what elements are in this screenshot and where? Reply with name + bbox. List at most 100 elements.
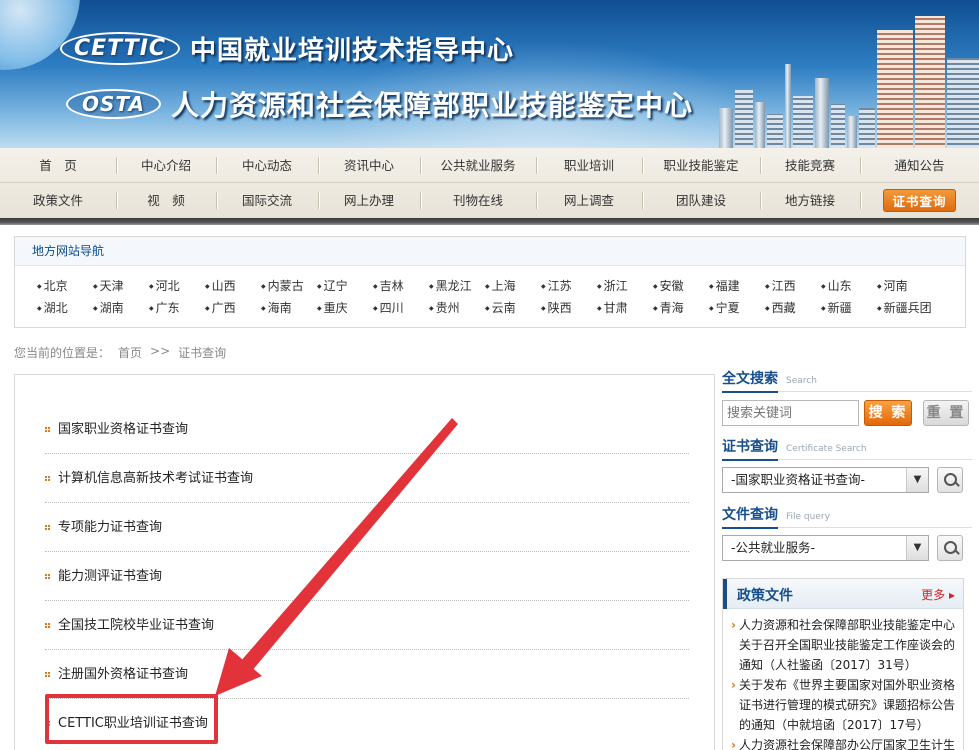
cert-search-row: -国家职业资格证书查询- ▼ (722, 466, 972, 494)
policy-link[interactable]: 人力资源和社会保障部职业技能鉴定中心关于召开全国职业技能鉴定工作座谈会的通知（人… (731, 615, 957, 675)
breadcrumb: 您当前的位置是： 首页 >> 证书查询 (14, 344, 226, 361)
cert-query-label: 全国技工院校毕业证书查询 (58, 617, 215, 633)
province-link[interactable]: 河南 (877, 275, 933, 297)
nav-info-center[interactable]: 资讯中心 (318, 148, 420, 183)
nav-about[interactable]: 中心介绍 (116, 148, 216, 183)
local-nav-title: 地方网站导航 (15, 237, 965, 266)
nav-skill-appraisal[interactable]: 职业技能鉴定 (642, 148, 760, 183)
province-link[interactable]: 北京 (37, 275, 93, 297)
search-button[interactable]: 搜 索 (864, 400, 912, 426)
cert-query-link[interactable]: 计算机信息高新技术考试证书查询 (45, 454, 689, 503)
province-link[interactable]: 湖北 (37, 297, 93, 319)
policy-panel-header: 政策文件 更多 ▸ (723, 579, 963, 609)
province-link[interactable]: 山东 (821, 275, 877, 297)
policy-link[interactable]: 关于发布《世界主要国家对国外职业资格证书进行管理的模式研究》课题招标公告的通知（… (731, 675, 957, 735)
province-link[interactable]: 甘肃 (597, 297, 653, 319)
nav-online-service[interactable]: 网上办理 (318, 183, 420, 218)
province-link[interactable]: 河北 (149, 275, 205, 297)
osta-title: 人力资源和社会保障部职业技能鉴定中心 (170, 89, 693, 122)
province-link[interactable]: 新疆兵团 (877, 297, 933, 319)
province-link[interactable]: 海南 (261, 297, 317, 319)
nav-policy[interactable]: 政策文件 (0, 183, 116, 218)
search-input[interactable] (722, 400, 859, 426)
province-link[interactable]: 黑龙江 (429, 275, 485, 297)
bullet-icon (45, 426, 50, 432)
cert-query-link[interactable]: 国家职业资格证书查询 (45, 405, 689, 454)
province-link[interactable]: 吉林 (373, 275, 429, 297)
policy-panel-title: 政策文件 (737, 588, 793, 604)
cert-query-label: 注册国外资格证书查询 (58, 666, 189, 682)
search-icon[interactable] (937, 467, 963, 493)
province-link[interactable]: 内蒙古 (261, 275, 317, 297)
cettic-title: 中国就业培训技术指导中心 (190, 36, 515, 66)
province-grid: 北京天津河北山西内蒙古辽宁吉林黑龙江上海江苏浙江安徽福建江西山东河南 湖北湖南广… (37, 275, 957, 319)
province-link[interactable]: 辽宁 (317, 275, 373, 297)
nav-video[interactable]: 视 频 (116, 183, 216, 218)
sidebar: 全文搜索 Search 搜 索 重 置 证书查询 Certificate Sea… (722, 368, 972, 750)
cert-query-label: 能力测评证书查询 (58, 568, 163, 584)
province-link[interactable]: 贵州 (429, 297, 485, 319)
breadcrumb-prefix: 您当前的位置是： (14, 346, 111, 360)
nav-public-employment[interactable]: 公共就业服务 (420, 148, 536, 183)
province-link[interactable]: 广东 (149, 297, 205, 319)
osta-logo-row[interactable]: OSTA 人力资源和社会保障部职业技能鉴定中心 (66, 84, 693, 124)
nav-local-links[interactable]: 地方链接 (760, 183, 860, 218)
cert-query-link[interactable]: 能力测评证书查询 (45, 552, 689, 601)
nav-team[interactable]: 团队建设 (642, 183, 760, 218)
search-icon[interactable] (937, 535, 963, 561)
nav-cert-query-wrap: 证书查询 (860, 183, 979, 218)
file-type-select[interactable]: -公共就业服务- ▼ (722, 535, 929, 561)
province-row: 湖北湖南广东广西海南重庆四川贵州云南陕西甘肃青海宁夏西藏新疆新疆兵团 (37, 297, 957, 319)
chevron-down-icon[interactable]: ▼ (906, 536, 928, 560)
cert-query-link[interactable]: 全国技工院校毕业证书查询 (45, 601, 689, 650)
bullet-icon (45, 524, 50, 530)
province-link[interactable]: 重庆 (317, 297, 373, 319)
cert-query-label: 计算机信息高新技术考试证书查询 (58, 470, 254, 486)
reset-button[interactable]: 重 置 (923, 400, 969, 426)
province-link[interactable]: 湖南 (93, 297, 149, 319)
cert-type-select[interactable]: -国家职业资格证书查询- ▼ (722, 467, 929, 493)
cettic-logo-row[interactable]: CETTIC 中国就业培训技术指导中心 (60, 30, 514, 67)
province-link[interactable]: 西藏 (765, 297, 821, 319)
osta-logo: OSTA (66, 89, 161, 119)
nav-divider (0, 218, 979, 225)
province-link[interactable]: 广西 (205, 297, 261, 319)
cert-query-link[interactable]: 专项能力证书查询 (45, 503, 689, 552)
more-link[interactable]: 更多 ▸ (921, 586, 955, 603)
city-skyline-graphic (719, 0, 979, 148)
chevron-down-icon[interactable]: ▼ (906, 468, 928, 492)
nav-news[interactable]: 中心动态 (216, 148, 318, 183)
nav-home[interactable]: 首 页 (0, 148, 116, 183)
nav-vocational-training[interactable]: 职业培训 (536, 148, 642, 183)
province-link[interactable]: 新疆 (821, 297, 877, 319)
province-link[interactable]: 宁夏 (709, 297, 765, 319)
province-link[interactable]: 上海 (485, 275, 541, 297)
cert-query-link[interactable]: 注册国外资格证书查询 (45, 650, 689, 699)
province-link[interactable]: 福建 (709, 275, 765, 297)
highlight-box-annotation (45, 694, 218, 744)
policy-panel: 政策文件 更多 ▸ 人力资源和社会保障部职业技能鉴定中心关于召开全国职业技能鉴定… (722, 578, 964, 750)
province-link[interactable]: 江西 (765, 275, 821, 297)
fulltext-search-title: 全文搜索 Search (722, 368, 972, 393)
nav-publications[interactable]: 刊物在线 (420, 183, 536, 218)
province-link[interactable]: 云南 (485, 297, 541, 319)
province-link[interactable]: 山西 (205, 275, 261, 297)
main-nav-row-2: 政策文件 视 频 国际交流 网上办理 刊物在线 网上调查 团队建设 地方链接 证… (0, 183, 979, 218)
province-link[interactable]: 青海 (653, 297, 709, 319)
cert-query-label: 国家职业资格证书查询 (58, 421, 189, 437)
province-link[interactable]: 浙江 (597, 275, 653, 297)
province-link[interactable]: 江苏 (541, 275, 597, 297)
nav-skill-competition[interactable]: 技能竞赛 (760, 148, 860, 183)
bullet-icon (45, 573, 50, 579)
cert-query-button[interactable]: 证书查询 (883, 189, 956, 212)
province-link[interactable]: 安徽 (653, 275, 709, 297)
province-link[interactable]: 天津 (93, 275, 149, 297)
breadcrumb-home-link[interactable]: 首页 (118, 344, 142, 361)
province-link[interactable]: 陕西 (541, 297, 597, 319)
nav-notices[interactable]: 通知公告 (860, 148, 979, 183)
policy-link[interactable]: 人力资源社会保障部办公厅国家卫生计生委办公厅 (731, 735, 957, 750)
province-link[interactable]: 四川 (373, 297, 429, 319)
nav-online-survey[interactable]: 网上调查 (536, 183, 642, 218)
nav-international[interactable]: 国际交流 (216, 183, 318, 218)
breadcrumb-separator: >> (150, 344, 171, 358)
